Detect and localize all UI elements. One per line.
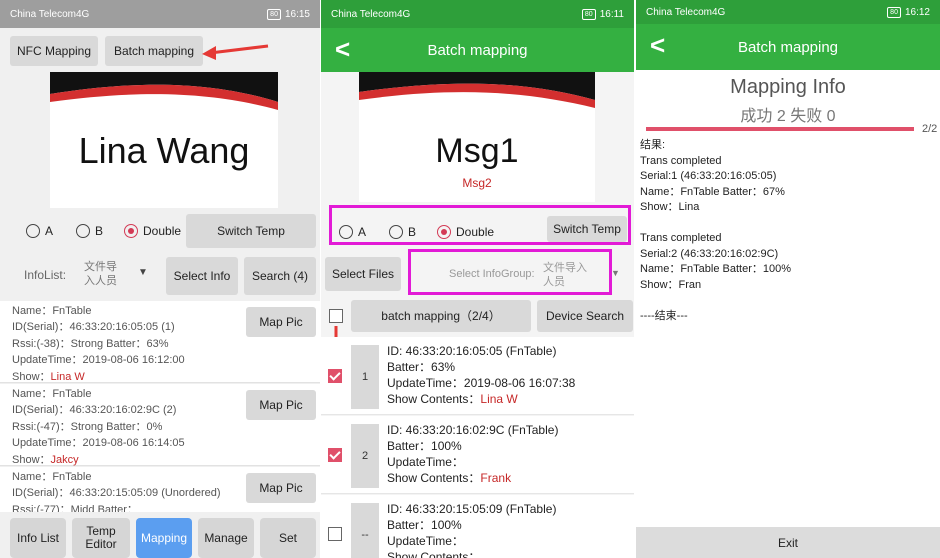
select-files-button[interactable]: Select Files xyxy=(325,257,401,291)
tag-name: Lina Wang xyxy=(78,130,250,171)
map-pic-button[interactable]: Map Pic xyxy=(246,473,316,503)
row-number: -- xyxy=(351,503,379,558)
tag-msg: Msg1 xyxy=(435,132,519,170)
radio-off-icon xyxy=(339,225,353,239)
select-info-button[interactable]: Select Info xyxy=(166,257,238,295)
result-line xyxy=(640,216,791,232)
row-checkbox[interactable] xyxy=(328,448,342,462)
nav-temp-editor[interactable]: Temp Editor xyxy=(72,518,130,558)
mapping-screen: China Telecom4G 80 16:15 NFC Mapping Bat… xyxy=(0,0,320,558)
row-number: 1 xyxy=(351,345,379,409)
page-title: Batch mapping xyxy=(427,41,528,59)
row-number: 2 xyxy=(351,424,379,488)
infogroup-select[interactable]: 文件导入人员 xyxy=(543,261,589,289)
infolist-label: InfoList: xyxy=(24,268,67,282)
infolist-select[interactable]: 文件导入人员 xyxy=(84,260,126,288)
tag-preview: Msg1 Msg2 xyxy=(359,72,595,202)
radio-b[interactable]: B xyxy=(389,225,416,239)
result-line: Serial:2 (46:33:20:16:02:9C) xyxy=(640,247,779,260)
nav-info-list[interactable]: Info List xyxy=(10,518,66,558)
result-line: Show：Fran xyxy=(640,278,702,291)
radio-double[interactable]: Double xyxy=(437,225,494,239)
clock: 16:12 xyxy=(904,6,930,18)
success-fail-counts: 成功 2 失败 0 xyxy=(740,108,836,125)
batch-mapping-screen: China Telecom4G 80 16:11 < Batch mapping… xyxy=(321,0,634,558)
table-row[interactable]: -- ID: 46:33:20:15:05:09 (FnTable) Batte… xyxy=(321,495,634,558)
nav-manage[interactable]: Manage xyxy=(198,518,254,558)
status-bar: China Telecom4G 80 16:12 xyxy=(636,0,940,24)
radio-off-icon xyxy=(76,224,90,238)
radio-double[interactable]: Double xyxy=(124,224,181,238)
result-line xyxy=(640,293,791,309)
nav-mapping[interactable]: Mapping xyxy=(136,518,192,558)
tag-swoosh-icon xyxy=(359,72,595,108)
result-line: Name：FnTable Batter：100% xyxy=(640,263,792,275)
table-row[interactable]: 2 ID: 46:33:20:16:02:9C (FnTable) Batter… xyxy=(321,416,634,494)
tag-sub: Msg2 xyxy=(462,176,492,190)
app-bar: < Batch mapping xyxy=(636,24,940,70)
arrow-annotation-icon xyxy=(202,44,269,60)
battery-icon: 80 xyxy=(887,6,901,18)
tag-swoosh-icon xyxy=(50,72,278,110)
radio-on-icon xyxy=(124,224,138,238)
mapping-result-screen: China Telecom4G 80 16:12 < Batch mapping… xyxy=(636,0,940,558)
bottom-nav: Info List Temp Editor Mapping Manage Set xyxy=(0,512,320,558)
list-item[interactable]: Name：FnTable ID(Serial)：46:33:20:16:05:0… xyxy=(0,301,320,383)
list-item[interactable]: Name：FnTable ID(Serial)：46:33:20:16:02:9… xyxy=(0,384,320,466)
nav-set[interactable]: Set xyxy=(260,518,316,558)
carrier-label: China Telecom4G xyxy=(10,8,90,20)
device-search-button[interactable]: Device Search xyxy=(537,300,633,332)
infogroup-label: Select InfoGroup: xyxy=(449,268,535,280)
map-pic-button[interactable]: Map Pic xyxy=(246,390,316,420)
page-title: Batch mapping xyxy=(737,38,839,56)
table-row[interactable]: 1 ID: 46:33:20:16:05:05 (FnTable) Batter… xyxy=(321,337,634,415)
back-arrow-icon[interactable]: < xyxy=(335,34,350,65)
status-bar: China Telecom4G 80 16:15 xyxy=(0,0,320,28)
switch-temp-button[interactable]: Switch Temp xyxy=(547,216,627,242)
batch-mapping-action-button[interactable]: batch mapping（2/4） xyxy=(351,300,531,332)
result-line: Show：Lina xyxy=(640,201,700,213)
exit-button[interactable]: Exit xyxy=(636,527,940,558)
list-item[interactable]: Name：FnTable ID(Serial)：46:33:20:15:05:0… xyxy=(0,467,320,517)
result-log: 结果: Trans completed Serial:1 (46:33:20:16:… xyxy=(640,138,791,324)
result-line: Trans completed xyxy=(640,232,722,244)
search-button[interactable]: Search (4) xyxy=(244,257,316,295)
radio-off-icon xyxy=(26,224,40,238)
select-all-checkbox[interactable] xyxy=(329,309,343,323)
mapping-info-title: Mapping Info xyxy=(730,76,846,98)
clock: 16:11 xyxy=(599,8,624,20)
result-line: Name：FnTable Batter：67% xyxy=(640,185,785,198)
progress-label: 2/2 xyxy=(922,123,938,135)
dropdown-icon[interactable]: ▼ xyxy=(138,267,148,278)
result-line: 结果: xyxy=(640,139,666,151)
result-line: Serial:1 (46:33:20:16:05:05) xyxy=(640,170,777,182)
progress-bar xyxy=(646,127,914,131)
result-line: ----结束--- xyxy=(640,309,688,322)
nfc-mapping-button[interactable]: NFC Mapping xyxy=(10,36,98,66)
radio-off-icon xyxy=(389,225,403,239)
radio-b[interactable]: B xyxy=(76,224,103,238)
clock: 16:15 xyxy=(284,8,310,20)
status-bar: China Telecom4G 80 16:11 xyxy=(321,0,634,28)
map-pic-button[interactable]: Map Pic xyxy=(246,307,316,337)
app-bar: < Batch mapping xyxy=(321,28,634,72)
batch-mapping-button[interactable]: Batch mapping xyxy=(105,36,203,66)
carrier-label: China Telecom4G xyxy=(331,8,411,20)
radio-a[interactable]: A xyxy=(26,224,53,238)
battery-icon: 80 xyxy=(267,8,281,20)
back-arrow-icon[interactable]: < xyxy=(650,30,665,61)
carrier-label: China Telecom4G xyxy=(646,6,726,18)
radio-on-icon xyxy=(437,225,451,239)
switch-temp-button[interactable]: Switch Temp xyxy=(186,214,316,248)
tag-preview: Lina Wang xyxy=(50,72,278,208)
progress-fill xyxy=(646,127,914,131)
result-line: Trans completed xyxy=(640,154,722,167)
row-checkbox[interactable] xyxy=(328,527,342,541)
radio-a[interactable]: A xyxy=(339,225,366,239)
dropdown-icon[interactable]: ▼ xyxy=(611,268,620,278)
row-checkbox[interactable] xyxy=(328,369,342,383)
battery-icon: 80 xyxy=(581,8,596,20)
